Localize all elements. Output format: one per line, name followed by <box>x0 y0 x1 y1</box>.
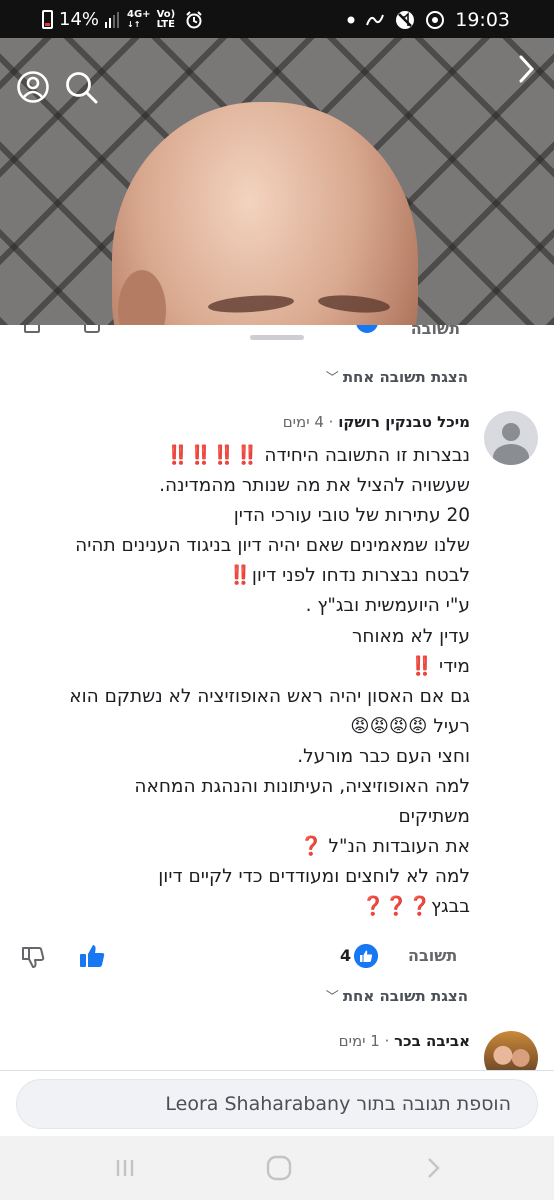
chevron-down-icon: ﹀ <box>325 371 339 386</box>
comment-line: שעשויה להציל את מה שנותר מהמדינה. <box>159 475 470 497</box>
separator-dot: · <box>384 1032 390 1050</box>
comment-time[interactable]: 4 ימים <box>283 413 324 431</box>
chevron-right-icon[interactable] <box>512 52 540 86</box>
comment-line: עדין לא מאוחר <box>351 625 470 647</box>
like-icon[interactable] <box>84 325 100 333</box>
comment-line: בבגץ❓❓❓ <box>361 896 470 918</box>
view-replies-button[interactable]: הצגת תשובה אחת﹀ <box>326 986 468 1005</box>
comment-line: 20 עתירות של טובי עורכי הדין <box>233 505 470 527</box>
status-right: 19:03 <box>347 9 510 31</box>
like-reaction-icon <box>356 325 378 333</box>
comment-line: למה לא לוחצים ומעודדים כדי לקיים דיון <box>158 866 470 888</box>
like-count: 4 <box>340 946 352 965</box>
avatar[interactable] <box>484 411 538 465</box>
profile-icon[interactable] <box>16 70 50 104</box>
signal-icon <box>105 11 120 28</box>
mute-icon <box>396 11 415 29</box>
comment-line: מידי ‼️ <box>410 655 470 677</box>
navigation-bar <box>0 1136 554 1200</box>
recent-apps-icon[interactable] <box>110 1154 140 1182</box>
comment-actions: 4 תשובה <box>0 942 554 972</box>
view-replies-button[interactable]: הצגת תשובה אחת﹀ <box>326 367 468 386</box>
comment-line: רעיל 😡😡😡😡 <box>350 715 470 737</box>
comment-line: למה האופוזיציה, העיתונות והנהגת המחאה <box>134 776 470 798</box>
status-bar: 14% 4G+ ↓↑ Vo) LTE 19:03 <box>0 0 554 38</box>
volte-indicator: Vo) LTE <box>156 8 176 30</box>
status-left: 14% 4G+ ↓↑ Vo) LTE <box>42 9 203 30</box>
comment-line: גם אם האסון יהיה ראש האופוזיציה לא נשתקם… <box>69 685 470 707</box>
comment-time[interactable]: 1 ימים <box>339 1032 380 1050</box>
comment-line: את העובדות הנ"ל ❓ <box>299 836 470 858</box>
avatar[interactable] <box>484 1031 538 1070</box>
dislike-icon[interactable] <box>20 944 46 970</box>
comment-line: וחצי העם כבר מורעל. <box>297 745 470 767</box>
comment-line: שלנו שמאמינים שאם יהיה דיון בניגוד הענינ… <box>75 535 470 557</box>
comment-input-wrapper[interactable] <box>16 1079 538 1129</box>
dislike-icon[interactable] <box>24 325 40 333</box>
comment-header: מיכל טבנקין רושקו · 4 ימים <box>283 413 470 431</box>
comment-author[interactable]: אביבה בכר <box>394 1032 470 1050</box>
search-icon[interactable] <box>64 70 98 104</box>
drag-handle[interactable] <box>250 335 304 340</box>
avatar-body <box>493 444 529 465</box>
separator-dot: · <box>328 413 334 431</box>
comment-input[interactable] <box>17 1080 537 1128</box>
network-label: 4G+ <box>127 8 151 20</box>
comment-line: נבצרות זו התשובה היחידה ‼️‼️‼️‼️ <box>166 445 470 466</box>
like-icon[interactable] <box>78 942 106 970</box>
comment-composer <box>0 1070 554 1136</box>
data-saver-icon <box>426 11 445 29</box>
video-player[interactable] <box>0 38 554 325</box>
reply-button[interactable]: תשובה <box>411 325 460 338</box>
comment-line: ע"י היועמשית ובג"ץ . <box>305 595 470 617</box>
clock: 19:03 <box>455 9 510 31</box>
chevron-down-icon: ﹀ <box>325 990 339 1005</box>
network-arrows: ↓↑ <box>127 19 141 29</box>
alarm-icon <box>185 10 202 28</box>
view-replies-label: הצגת תשובה אחת <box>342 368 468 386</box>
comment-header: אביבה בכר · 1 ימים <box>339 1032 470 1050</box>
dot-icon <box>347 16 355 24</box>
comments-sheet[interactable]: תשובה הצגת תשובה אחת﹀ מיכל טבנקין רושקו … <box>0 325 554 1070</box>
avatar-head <box>502 423 520 441</box>
battery-percent: 14% <box>59 9 100 30</box>
home-icon[interactable] <box>264 1154 294 1182</box>
back-icon[interactable] <box>418 1154 448 1182</box>
like-reaction-icon <box>354 944 378 968</box>
view-replies-label: הצגת תשובה אחת <box>342 987 468 1005</box>
nfc-icon <box>366 14 385 26</box>
reply-button[interactable]: תשובה <box>408 946 457 965</box>
battery-icon <box>42 10 53 29</box>
comment-body: נבצרות זו התשובה היחידה ‼️‼️‼️‼️ שעשויה … <box>10 441 470 923</box>
network-type: 4G+ ↓↑ <box>127 8 151 30</box>
comment-line: משתיקים <box>398 806 470 828</box>
comment-line: לבטח נבצרות נדחו לפני דיון‼️ <box>228 565 470 587</box>
comment-author[interactable]: מיכל טבנקין רושקו <box>338 413 470 431</box>
